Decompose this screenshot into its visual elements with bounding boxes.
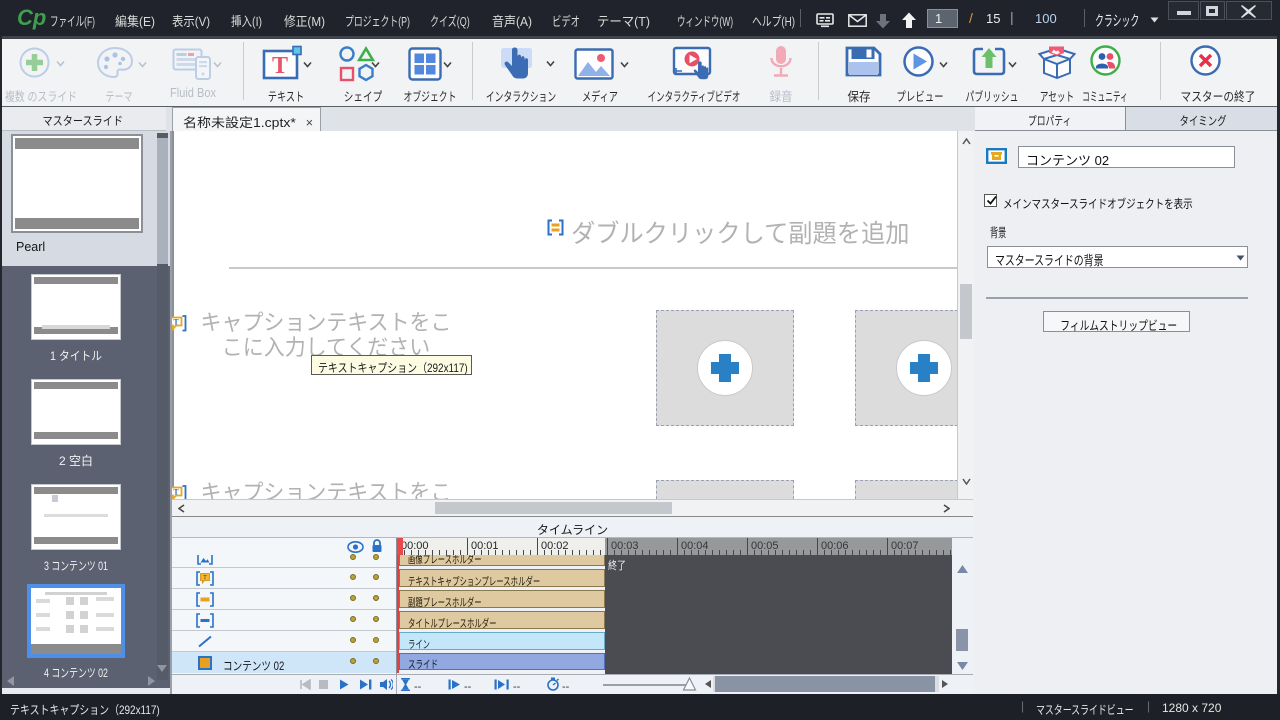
svg-text:T: T	[203, 574, 207, 581]
svg-text:T: T	[173, 318, 179, 327]
svg-text:T: T	[272, 53, 288, 79]
svg-text:T: T	[173, 488, 179, 497]
